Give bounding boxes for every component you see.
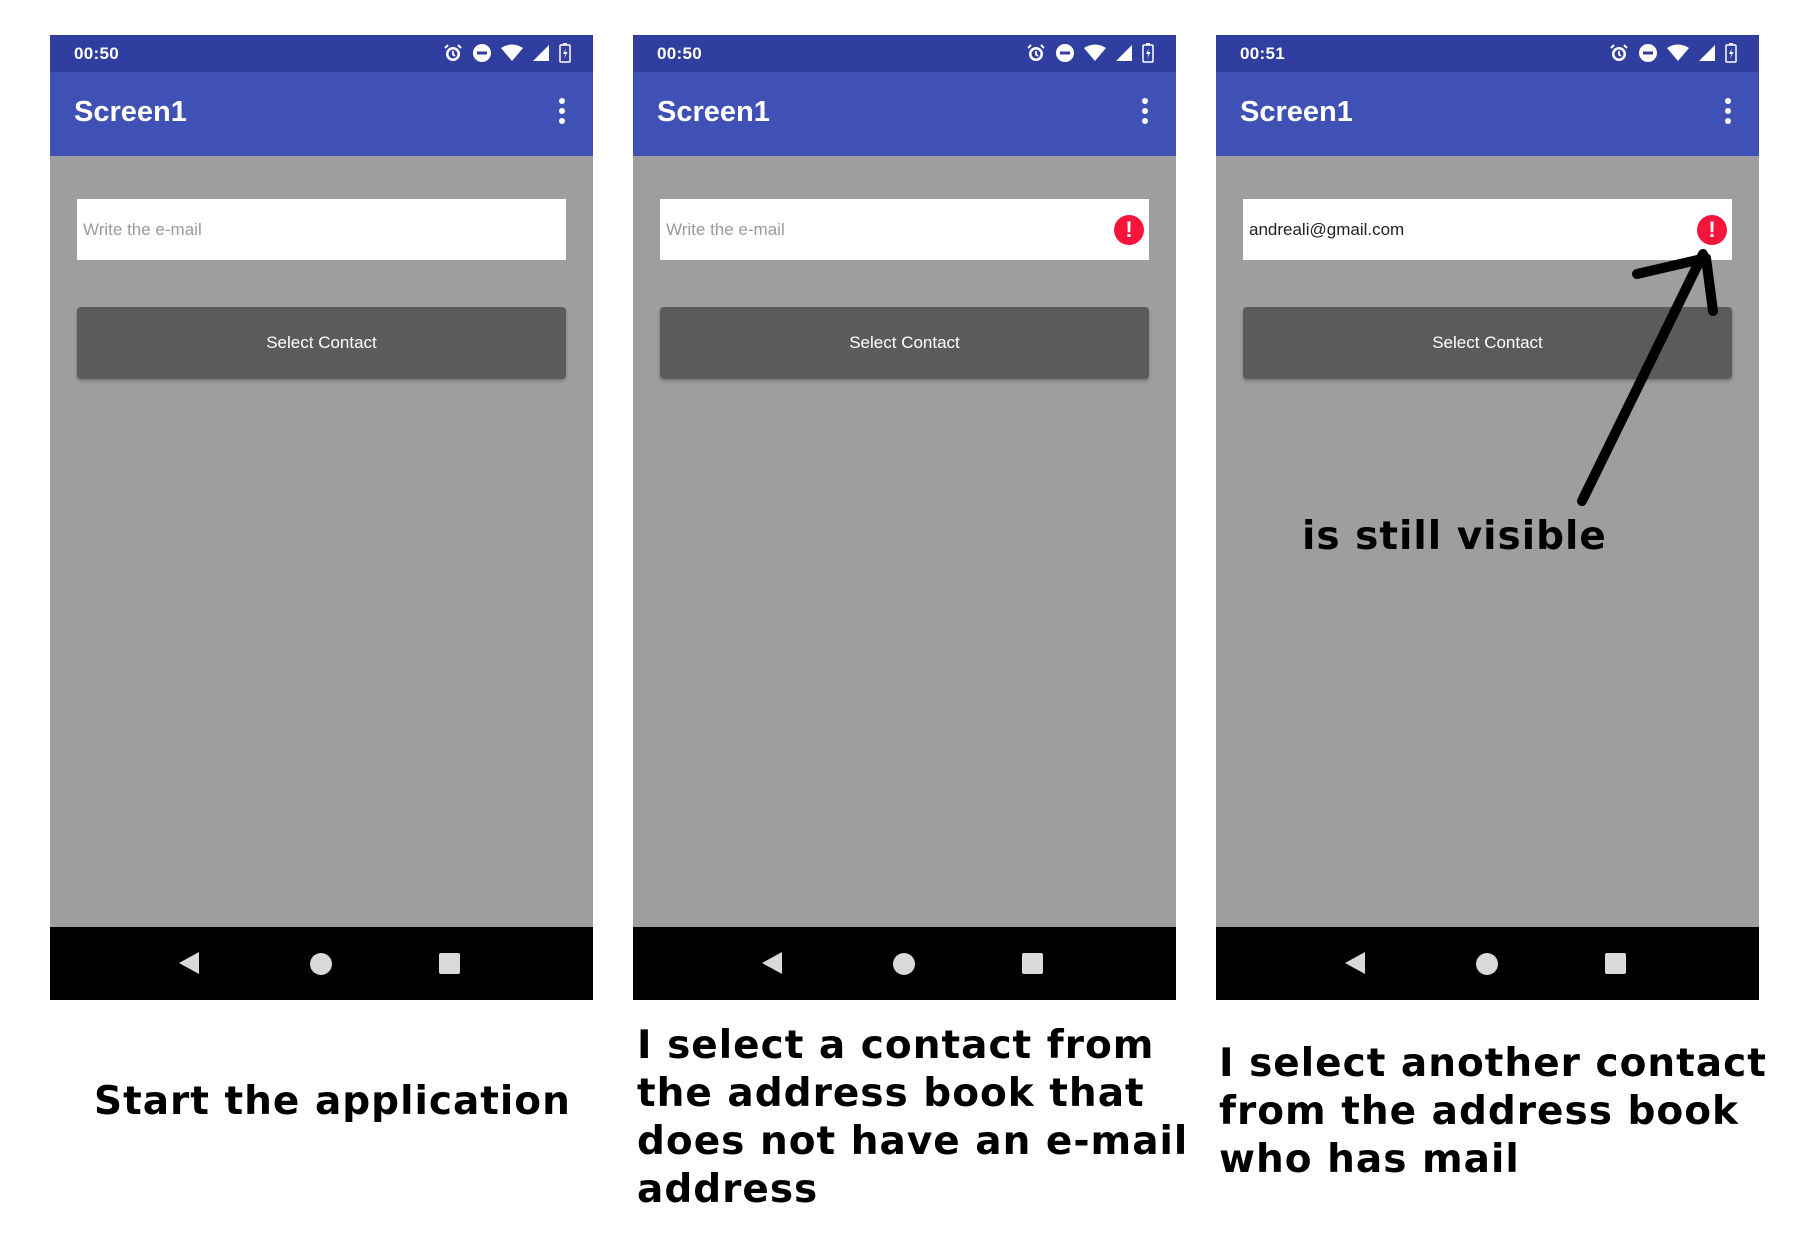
alarm-icon bbox=[1027, 44, 1045, 61]
email-input[interactable] bbox=[77, 199, 566, 260]
status-time: 00:50 bbox=[74, 44, 119, 63]
app-title: Screen1 bbox=[657, 96, 770, 128]
recents-icon[interactable] bbox=[1605, 953, 1626, 974]
caption-step-1: Start the application bbox=[94, 1079, 571, 1124]
home-icon[interactable] bbox=[893, 953, 915, 975]
annotation-label: is still visible bbox=[1302, 514, 1607, 559]
home-icon[interactable] bbox=[1476, 953, 1498, 975]
back-icon[interactable] bbox=[178, 951, 200, 975]
alarm-icon bbox=[1610, 44, 1628, 61]
status-icons bbox=[443, 42, 571, 64]
status-icons bbox=[1026, 42, 1154, 64]
do-not-disturb-icon bbox=[473, 44, 491, 62]
wifi-icon bbox=[501, 44, 523, 61]
select-contact-button[interactable]: Select Contact bbox=[77, 307, 566, 379]
phone-screen-start: 00:50 Screen1 Select Contact bbox=[50, 35, 593, 1000]
recents-icon[interactable] bbox=[439, 953, 460, 974]
battery-charging-icon bbox=[1142, 43, 1154, 63]
status-bar: 00:51 bbox=[1216, 35, 1759, 72]
navigation-bar bbox=[633, 927, 1176, 1000]
status-icons bbox=[1609, 42, 1737, 64]
app-bar: Screen1 bbox=[50, 72, 593, 156]
back-icon[interactable] bbox=[1344, 951, 1366, 975]
app-bar: Screen1 bbox=[633, 72, 1176, 156]
app-title: Screen1 bbox=[1240, 96, 1353, 128]
email-input[interactable] bbox=[1243, 199, 1732, 260]
select-contact-button[interactable]: Select Contact bbox=[1243, 307, 1732, 379]
alarm-icon bbox=[444, 44, 462, 61]
overflow-menu-icon[interactable] bbox=[557, 98, 567, 128]
battery-charging-icon bbox=[559, 43, 571, 63]
error-icon[interactable]: ! bbox=[1114, 215, 1144, 245]
caption-step-2: I select a contact from the address book… bbox=[637, 1023, 1189, 1212]
app-bar: Screen1 bbox=[1216, 72, 1759, 156]
select-contact-button[interactable]: Select Contact bbox=[660, 307, 1149, 379]
signal-icon bbox=[1116, 45, 1132, 61]
status-time: 00:50 bbox=[657, 44, 702, 63]
error-icon[interactable]: ! bbox=[1697, 215, 1727, 245]
app-title: Screen1 bbox=[74, 96, 187, 128]
overflow-menu-icon[interactable] bbox=[1140, 98, 1150, 128]
signal-icon bbox=[533, 45, 549, 61]
back-icon[interactable] bbox=[761, 951, 783, 975]
status-bar: 00:50 bbox=[633, 35, 1176, 72]
overflow-menu-icon[interactable] bbox=[1723, 98, 1733, 128]
wifi-icon bbox=[1667, 44, 1689, 61]
do-not-disturb-icon bbox=[1639, 44, 1657, 62]
caption-step-3: I select another contact from the addres… bbox=[1219, 1041, 1767, 1182]
email-input[interactable] bbox=[660, 199, 1149, 260]
phone-screen-no-email-contact: 00:50 Screen1 ! Select Contact bbox=[633, 35, 1176, 1000]
navigation-bar bbox=[50, 927, 593, 1000]
status-bar: 00:50 bbox=[50, 35, 593, 72]
navigation-bar bbox=[1216, 927, 1759, 1000]
recents-icon[interactable] bbox=[1022, 953, 1043, 974]
do-not-disturb-icon bbox=[1056, 44, 1074, 62]
battery-charging-icon bbox=[1725, 43, 1737, 63]
wifi-icon bbox=[1084, 44, 1106, 61]
home-icon[interactable] bbox=[310, 953, 332, 975]
signal-icon bbox=[1699, 45, 1715, 61]
status-time: 00:51 bbox=[1240, 44, 1285, 63]
